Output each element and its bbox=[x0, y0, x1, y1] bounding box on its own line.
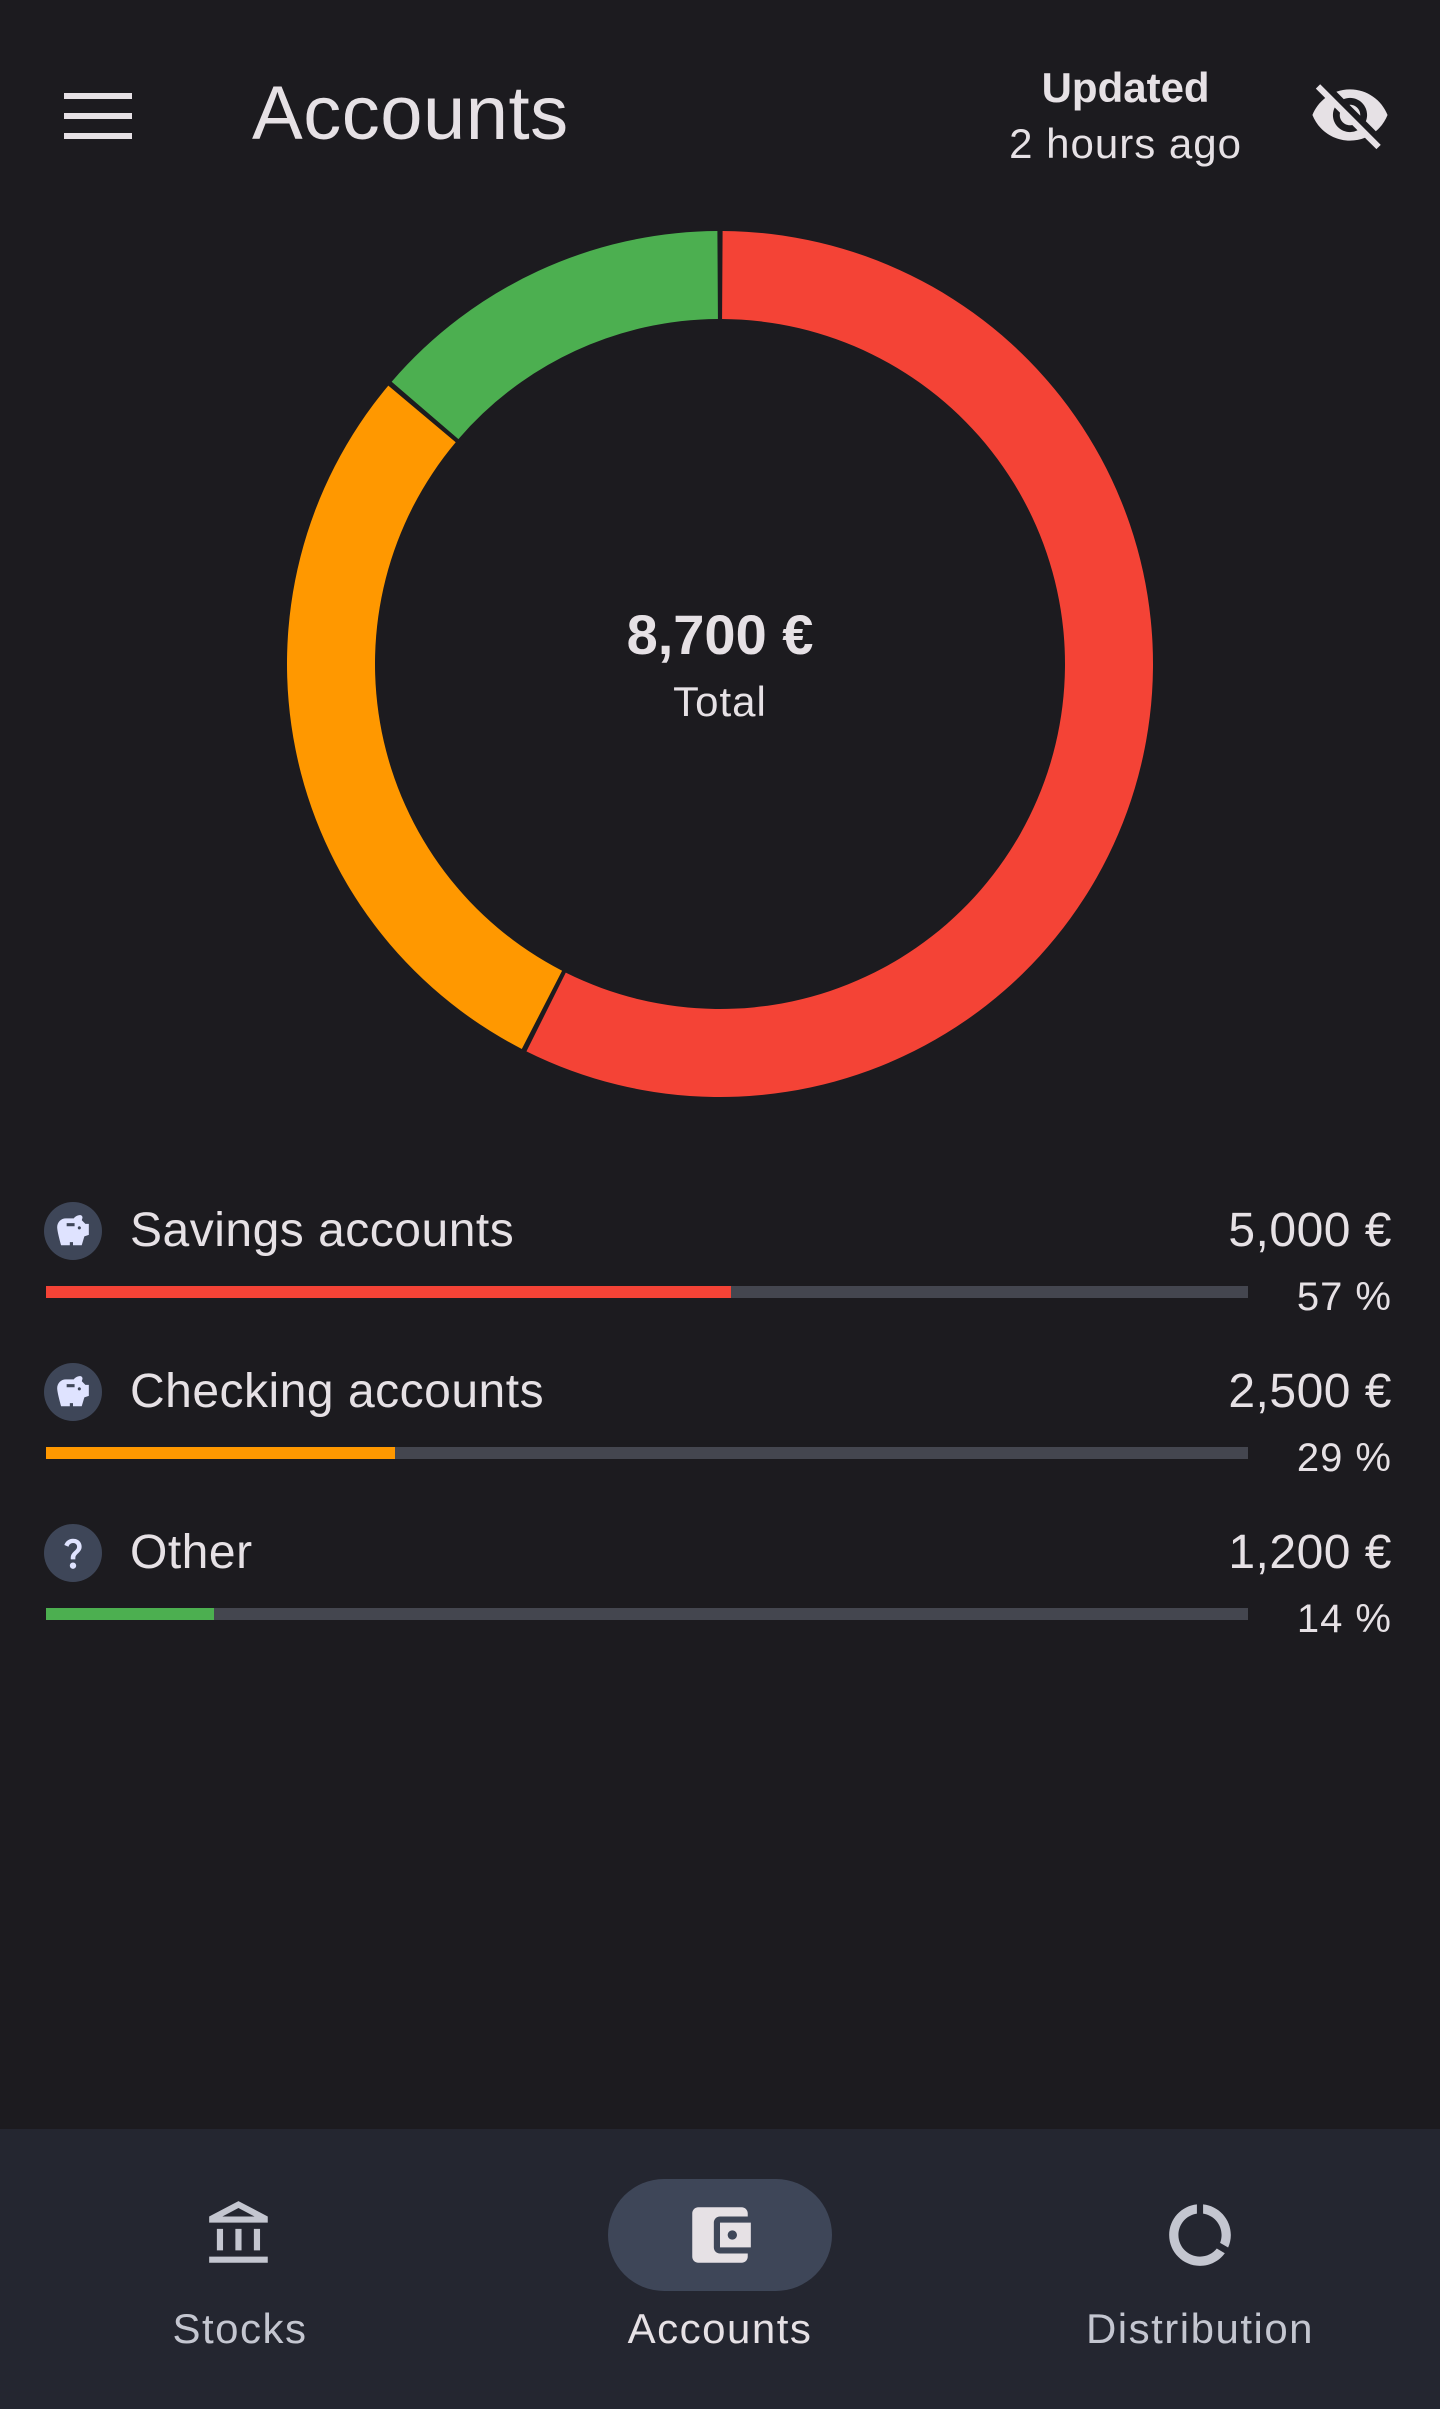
account-amount: 5,000 € bbox=[1228, 1204, 1392, 1257]
share-bar-track bbox=[46, 1608, 1248, 1620]
bank-icon bbox=[209, 2201, 268, 2263]
total-value: 8,700 € bbox=[626, 603, 814, 666]
account-row-other[interactable]: Other 1,200 € 14 % bbox=[0, 1512, 1440, 1673]
account-categories-list: Savings accounts 5,000 € 57 % Checking a… bbox=[0, 1190, 1440, 1673]
page-title: Accounts bbox=[252, 71, 569, 156]
share-bar-fill bbox=[46, 1447, 395, 1459]
toggle-visibility-button[interactable] bbox=[1300, 70, 1400, 160]
wallet-icon bbox=[692, 2207, 751, 2263]
menu-icon bbox=[64, 93, 132, 139]
account-name: Savings accounts bbox=[130, 1204, 515, 1257]
account-amount: 1,200 € bbox=[1228, 1526, 1392, 1579]
nav-pill-active bbox=[608, 2179, 832, 2291]
account-name: Checking accounts bbox=[130, 1365, 545, 1418]
nav-item-accounts[interactable]: Accounts bbox=[480, 2129, 960, 2409]
question-icon bbox=[44, 1524, 102, 1582]
last-updated: Updated 2 hours ago bbox=[1009, 60, 1242, 172]
account-amount: 2,500 € bbox=[1228, 1365, 1392, 1418]
nav-pill bbox=[1088, 2179, 1312, 2291]
bottom-navigation: Stocks Accounts Distribution bbox=[0, 2129, 1440, 2409]
account-row-checking[interactable]: Checking accounts 2,500 € 29 % bbox=[0, 1351, 1440, 1512]
donut-center: 8,700 € Total bbox=[0, 600, 1440, 734]
piggy-bank-icon bbox=[44, 1363, 102, 1421]
nav-item-distribution[interactable]: Distribution bbox=[960, 2129, 1440, 2409]
updated-label: Updated bbox=[1041, 64, 1210, 111]
eye-off-icon bbox=[1312, 84, 1388, 150]
share-bar-fill bbox=[46, 1608, 215, 1620]
nav-label: Accounts bbox=[627, 2305, 813, 2352]
share-bar-fill bbox=[46, 1286, 732, 1298]
nav-label: Distribution bbox=[1085, 2305, 1315, 2352]
nav-pill bbox=[128, 2179, 352, 2291]
account-percent: 14 % bbox=[1296, 1597, 1392, 1641]
menu-button[interactable] bbox=[46, 72, 150, 160]
share-bar-track bbox=[46, 1447, 1248, 1459]
top-app-bar: Accounts Updated 2 hours ago bbox=[0, 0, 1440, 230]
nav-item-stocks[interactable]: Stocks bbox=[0, 2129, 480, 2409]
share-bar-track bbox=[46, 1286, 1248, 1298]
updated-time: 2 hours ago bbox=[1009, 120, 1242, 167]
total-label: Total bbox=[673, 678, 767, 725]
allocation-chart: 8,700 € Total bbox=[0, 220, 1440, 1120]
app-root: Accounts Updated 2 hours ago 8,700 € Tot… bbox=[0, 0, 1440, 2409]
nav-label: Stocks bbox=[172, 2305, 308, 2352]
piggy-bank-icon bbox=[44, 1202, 102, 1260]
account-percent: 57 % bbox=[1296, 1275, 1392, 1319]
account-percent: 29 % bbox=[1296, 1436, 1392, 1480]
donut-slice-other bbox=[391, 231, 718, 440]
donut-chart-icon bbox=[1169, 2204, 1231, 2266]
account-row-savings[interactable]: Savings accounts 5,000 € 57 % bbox=[0, 1190, 1440, 1351]
account-name: Other bbox=[130, 1526, 253, 1579]
